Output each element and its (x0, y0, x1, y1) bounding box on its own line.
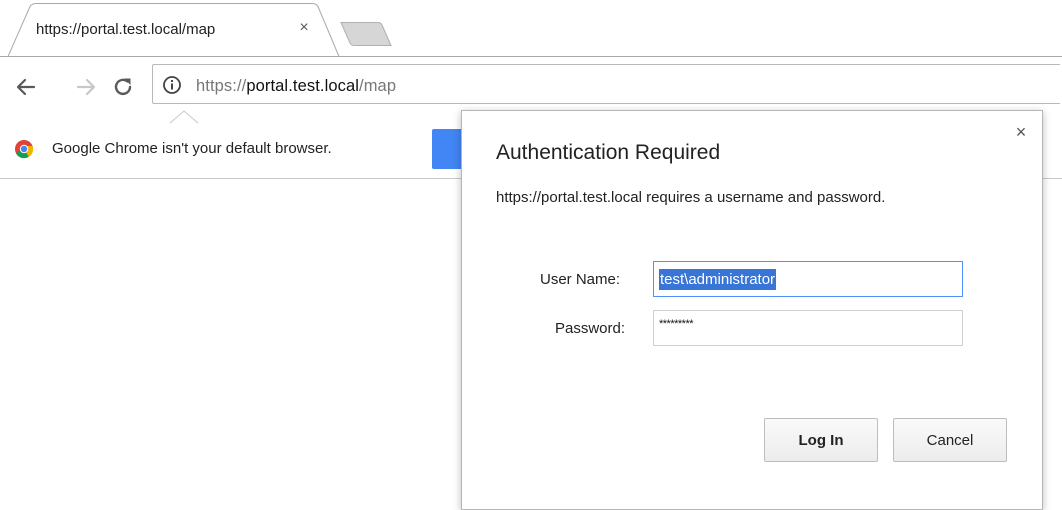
url-path: /map (359, 77, 397, 95)
new-tab-button[interactable] (340, 22, 392, 46)
url-text[interactable]: https://portal.test.local/map (196, 77, 396, 96)
chrome-logo-icon (15, 140, 34, 159)
reload-icon[interactable] (111, 75, 135, 99)
cancel-button[interactable]: Cancel (893, 418, 1007, 462)
forward-arrow-icon[interactable] (74, 75, 98, 99)
infobar-notch (170, 110, 198, 124)
password-field[interactable]: ********* (653, 310, 963, 346)
login-button[interactable]: Log In (764, 418, 878, 462)
cancel-button-label: Cancel (926, 431, 974, 449)
login-button-label: Log In (798, 431, 844, 449)
password-label: Password: (555, 320, 626, 337)
username-label: User Name: (540, 271, 621, 288)
infobar-message: Google Chrome isn't your default browser… (52, 140, 332, 157)
tab-title: https://portal.test.local/map (36, 21, 216, 38)
url-scheme: https:// (196, 77, 247, 95)
password-mask: ********* (659, 318, 694, 330)
back-arrow-icon[interactable] (14, 75, 38, 99)
tab-close-icon[interactable]: × (296, 20, 312, 36)
dialog-message: https://portal.test.local requires a use… (496, 189, 886, 206)
username-value: test\administrator (659, 269, 777, 290)
dialog-title: Authentication Required (496, 141, 721, 164)
dialog-close-icon[interactable]: × (1012, 123, 1030, 141)
username-field[interactable]: test\administrator (653, 261, 963, 297)
url-host: portal.test.local (246, 77, 360, 95)
info-icon[interactable] (162, 75, 182, 95)
